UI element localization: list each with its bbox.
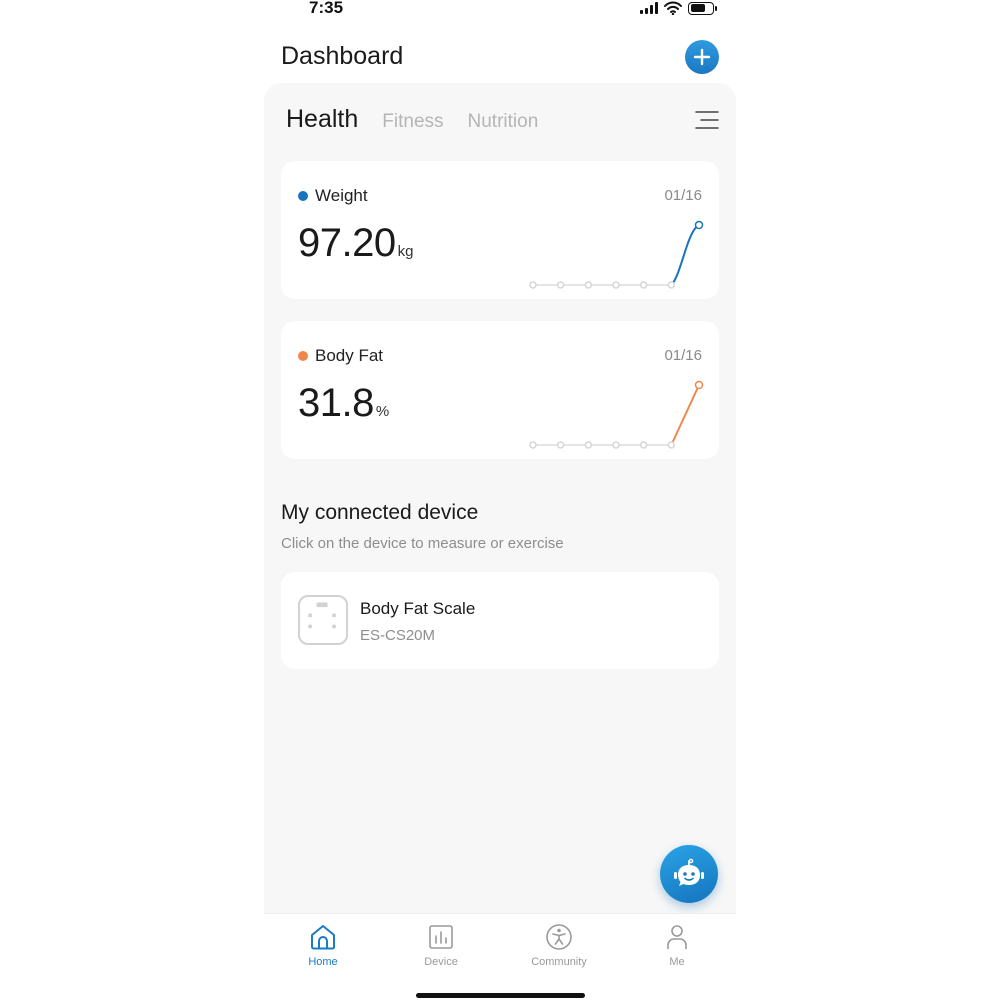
status-time: 7:35 [309, 0, 344, 17]
sparkline-point [584, 441, 593, 449]
nav-device-label: Device [424, 956, 458, 968]
weight-sparkline [529, 220, 704, 289]
signal-icon [640, 2, 658, 14]
body-fat-value: 31.8 [298, 381, 374, 425]
body-fat-date: 01/16 [664, 347, 702, 364]
menu-icon[interactable] [695, 110, 719, 130]
robot-assistant-icon [674, 858, 704, 886]
sparkline-point [694, 380, 704, 390]
chat-assistant-button[interactable] [660, 845, 718, 903]
sparkline-point [639, 281, 648, 289]
section-subtitle: Click on the device to measure or exerci… [281, 535, 564, 552]
sparkline-trend [670, 384, 700, 446]
plus-icon [693, 48, 711, 66]
sparkline-point [639, 441, 648, 449]
weight-label: Weight [315, 186, 368, 205]
chart-icon [429, 925, 453, 949]
sparkline-trend [670, 224, 700, 286]
person-icon [667, 925, 687, 949]
body-fat-dot [298, 351, 308, 361]
home-icon [311, 925, 335, 950]
nav-device[interactable]: Device [382, 914, 500, 983]
weight-unit: kg [397, 243, 414, 260]
nav-community[interactable]: Community [500, 914, 618, 983]
weight-dot [298, 191, 308, 201]
community-icon [546, 924, 572, 950]
sparkline-point [667, 281, 676, 289]
body-fat-label: Body Fat [315, 346, 384, 365]
body-fat-sparkline [529, 380, 704, 449]
device-card[interactable]: Body Fat Scale ES-CS20M [281, 572, 719, 669]
sparkline-point [667, 441, 676, 449]
nav-home-label: Home [308, 956, 338, 968]
sparkline-point [556, 441, 565, 449]
battery-icon [688, 1, 717, 15]
content-area: Health Fitness Nutrition Weight 01/16 97… [264, 83, 736, 913]
sparkline-point [612, 281, 620, 289]
nav-home[interactable]: Home [264, 914, 382, 983]
weight-date: 01/16 [664, 187, 702, 204]
nav-me[interactable]: Me [618, 914, 736, 983]
scale-icon [298, 595, 348, 645]
weight-value: 97.20 [298, 221, 396, 265]
status-icons [640, 0, 717, 16]
nav-me-label: Me [669, 956, 685, 968]
wifi-icon [664, 1, 682, 15]
add-button[interactable] [685, 40, 719, 74]
tab-health[interactable]: Health [286, 105, 358, 134]
sparkline-point [612, 441, 620, 449]
device-name: Body Fat Scale [360, 599, 476, 618]
page-title: Dashboard [281, 42, 404, 70]
bottom-nav: Home Device Community Me [264, 913, 736, 983]
body-fat-unit: % [375, 403, 390, 420]
sparkline-point [556, 281, 565, 289]
phone-screen: 7:35 Dashboard Health Fitness Nutrition [264, 0, 736, 1000]
nav-community-label: Community [531, 956, 587, 968]
sparkline-point [694, 220, 704, 230]
weight-card[interactable]: Weight 01/16 97.20 kg [281, 161, 719, 299]
device-model: ES-CS20M [360, 627, 436, 644]
tab-fitness[interactable]: Fitness [382, 111, 443, 133]
tab-bar: Health Fitness Nutrition [286, 105, 538, 134]
sparkline-point [529, 441, 537, 449]
tab-nutrition[interactable]: Nutrition [468, 111, 539, 133]
home-indicator [416, 993, 585, 998]
sparkline-point [529, 281, 537, 289]
sparkline-point [584, 281, 593, 289]
section-title: My connected device [281, 501, 479, 524]
body-fat-card[interactable]: Body Fat 01/16 31.8 % [281, 321, 719, 459]
